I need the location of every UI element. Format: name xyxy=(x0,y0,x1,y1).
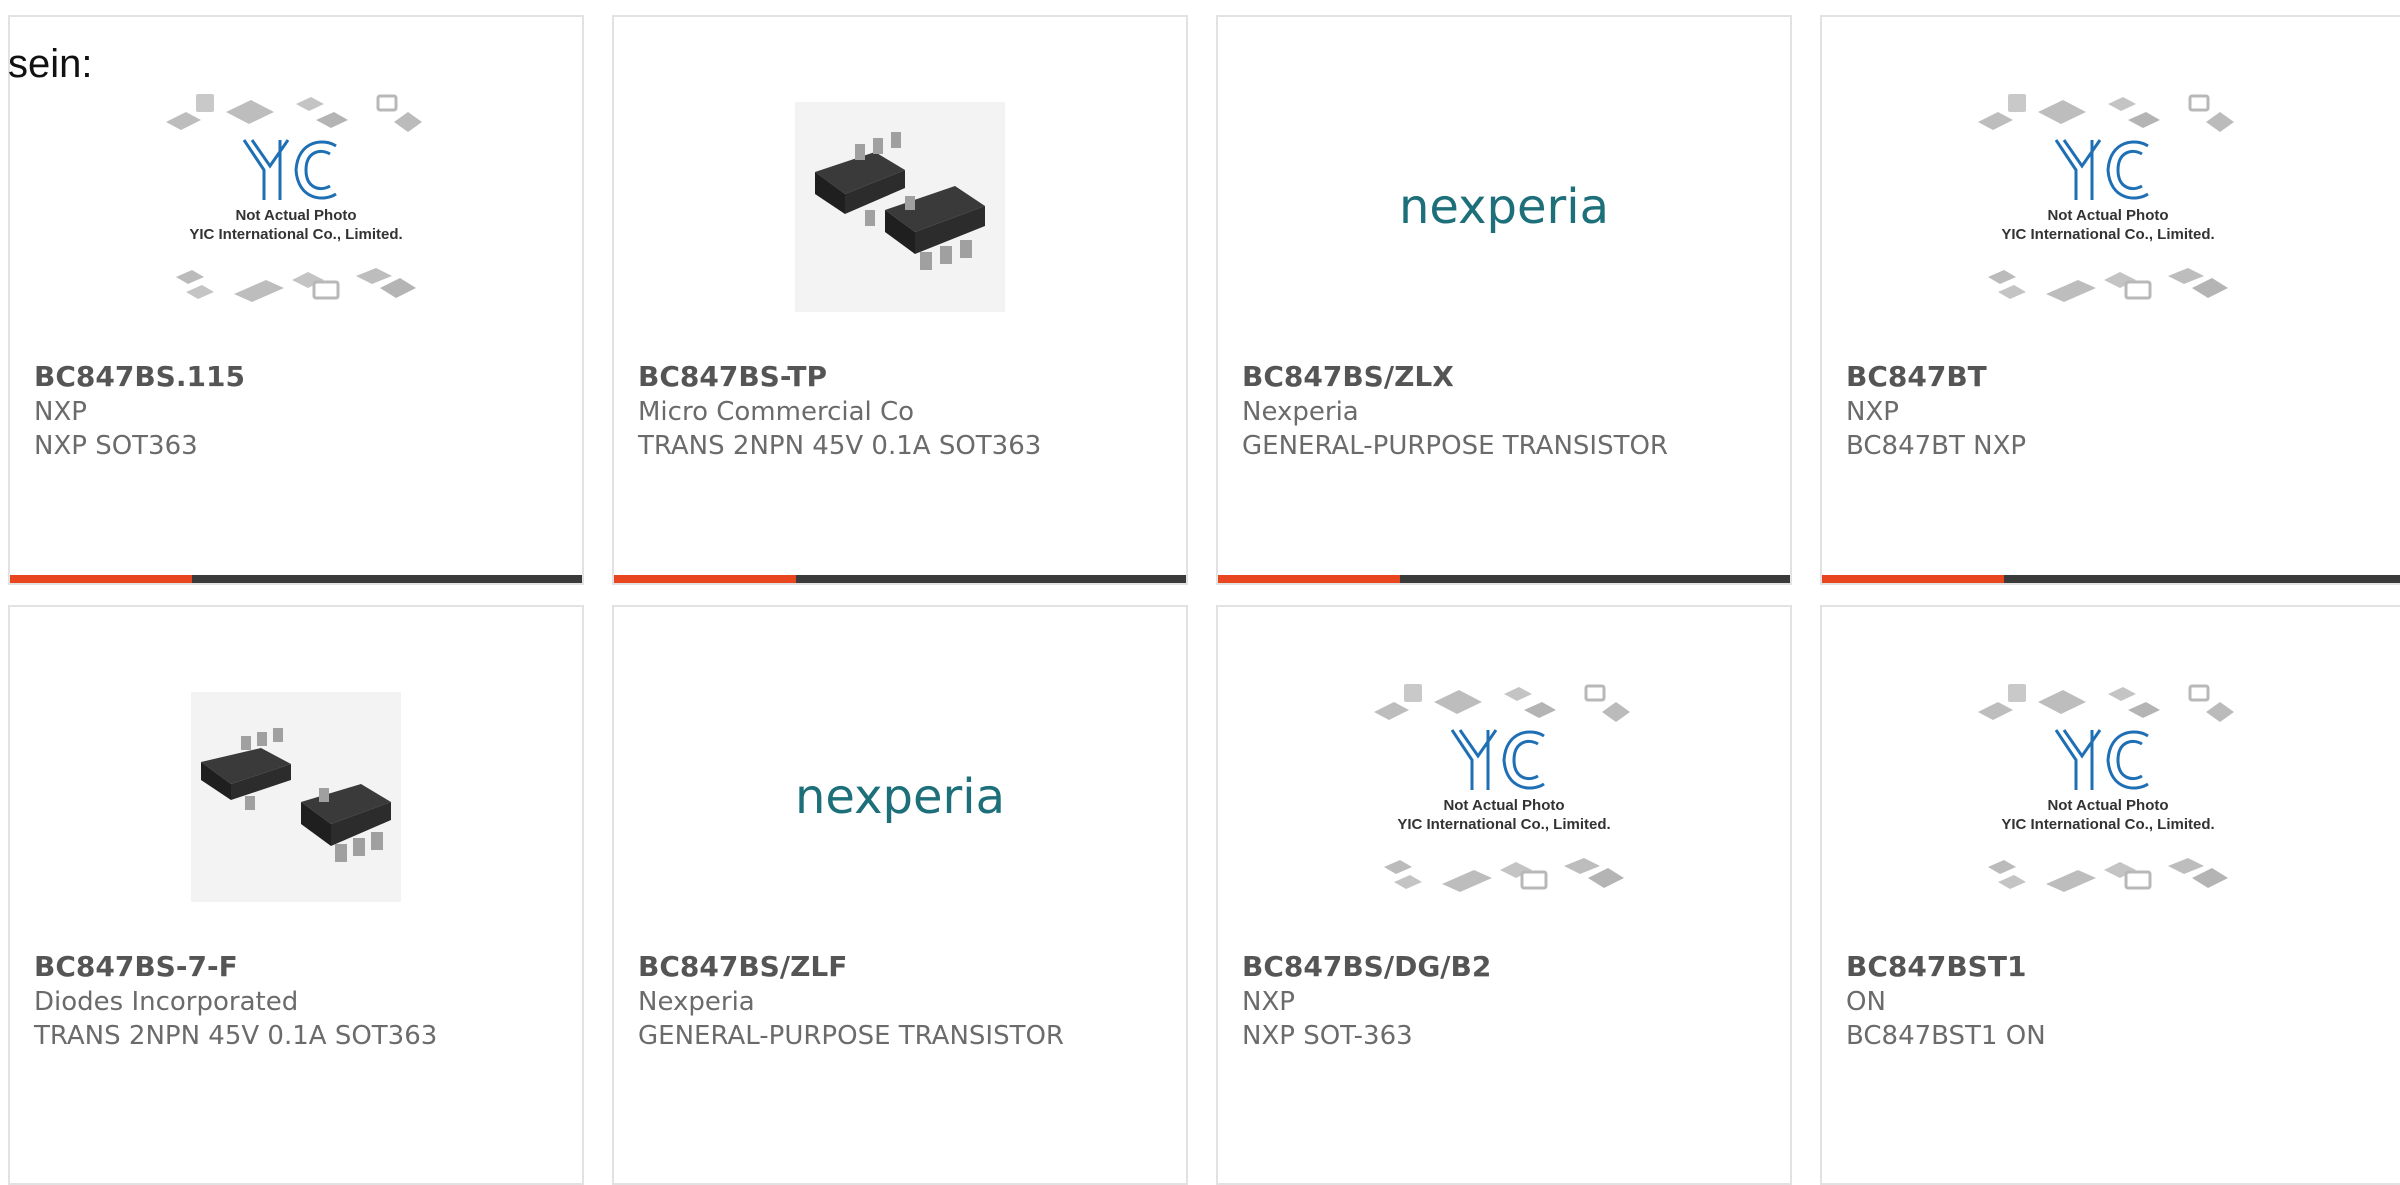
product-image[interactable] xyxy=(614,47,1186,367)
yic-placeholder-icon: Not Actual Photo YIC International Co., … xyxy=(1978,94,2234,302)
card-accent-bar xyxy=(614,575,796,583)
part-number-link[interactable]: BC847BS-7-F xyxy=(34,949,562,985)
manufacturer: NXP xyxy=(1846,397,1899,427)
description: BC847BT NXP xyxy=(1846,431,2027,461)
svg-text:YIC International Co., Limited: YIC International Co., Limited. xyxy=(2001,816,2214,833)
manufacturer: ON xyxy=(1846,987,1886,1017)
svg-text:Not Actual Photo: Not Actual Photo xyxy=(1443,797,1564,814)
manufacturer: Diodes Incorporated xyxy=(34,987,299,1017)
description: TRANS 2NPN 45V 0.1A SOT363 xyxy=(34,1021,438,1051)
product-card[interactable]: Not Actual Photo YIC International Co., … xyxy=(8,15,584,585)
card-accent-bar xyxy=(1822,575,2004,583)
svg-text:Not Actual Photo: Not Actual Photo xyxy=(235,207,356,224)
product-image[interactable] xyxy=(10,637,582,957)
product-image[interactable]: nexperia xyxy=(614,637,1186,957)
description: TRANS 2NPN 45V 0.1A SOT363 xyxy=(638,431,1042,461)
description: GENERAL-PURPOSE TRANSISTOR xyxy=(1242,431,1668,461)
description: BC847BST1 ON xyxy=(1846,1021,2046,1051)
card-bottom-bar xyxy=(1822,575,2400,583)
product-image[interactable]: Not Actual Photo YIC International Co., … xyxy=(1822,47,2394,367)
svg-text:nexperia: nexperia xyxy=(1399,179,1609,235)
svg-text:YIC International Co., Limited: YIC International Co., Limited. xyxy=(189,226,402,243)
svg-text:Not Actual Photo: Not Actual Photo xyxy=(2047,207,2168,224)
product-card[interactable]: Not Actual Photo YIC International Co., … xyxy=(1216,605,1792,1185)
sot363-package-icon xyxy=(795,102,1005,312)
product-image[interactable]: Not Actual Photo YIC International Co., … xyxy=(10,47,582,367)
yic-placeholder-icon: Not Actual Photo YIC International Co., … xyxy=(1374,684,1630,892)
part-number-link[interactable]: BC847BS/ZLF xyxy=(638,949,1166,985)
part-number-link[interactable]: BC847BS/ZLX xyxy=(1242,359,1770,395)
card-bottom-bar xyxy=(10,575,582,583)
svg-text:nexperia: nexperia xyxy=(795,769,1005,825)
product-card[interactable]: BC847BS-7-F Diodes Incorporated TRANS 2N… xyxy=(8,605,584,1185)
product-card[interactable]: nexperia BC847BS/ZLF Nexperia GENERAL-PU… xyxy=(612,605,1188,1185)
part-number-link[interactable]: BC847BS.115 xyxy=(34,359,562,395)
card-accent-bar xyxy=(10,575,192,583)
card-bottom-bar xyxy=(614,575,1186,583)
product-card[interactable]: nexperia BC847BS/ZLX Nexperia GENERAL-PU… xyxy=(1216,15,1792,585)
nexperia-logo-icon: nexperia xyxy=(1399,179,1609,235)
product-card[interactable]: BC847BS-TP Micro Commercial Co TRANS 2NP… xyxy=(612,15,1188,585)
svg-text:YIC International Co., Limited: YIC International Co., Limited. xyxy=(1397,816,1610,833)
svg-text:Not Actual Photo: Not Actual Photo xyxy=(2047,797,2168,814)
manufacturer: Nexperia xyxy=(1242,397,1359,427)
nexperia-logo-icon: nexperia xyxy=(795,769,1005,825)
part-number-link[interactable]: BC847BS/DG/B2 xyxy=(1242,949,1770,985)
yic-placeholder-icon: Not Actual Photo YIC International Co., … xyxy=(1978,684,2234,892)
description: GENERAL-PURPOSE TRANSISTOR xyxy=(638,1021,1064,1051)
manufacturer: NXP xyxy=(1242,987,1295,1017)
part-number-link[interactable]: BC847BST1 xyxy=(1846,949,2398,985)
part-number-link[interactable]: BC847BT xyxy=(1846,359,2398,395)
product-card[interactable]: Not Actual Photo YIC International Co., … xyxy=(1820,15,2400,585)
manufacturer: Micro Commercial Co xyxy=(638,397,915,427)
product-image[interactable]: Not Actual Photo YIC International Co., … xyxy=(1822,637,2394,957)
manufacturer: Nexperia xyxy=(638,987,755,1017)
product-image[interactable]: nexperia xyxy=(1218,47,1790,367)
card-accent-bar xyxy=(1218,575,1400,583)
yic-placeholder-icon: Not Actual Photo YIC International Co., … xyxy=(166,94,422,302)
svg-text:YIC International Co., Limited: YIC International Co., Limited. xyxy=(2001,226,2214,243)
product-card[interactable]: Not Actual Photo YIC International Co., … xyxy=(1820,605,2400,1185)
manufacturer: NXP xyxy=(34,397,87,427)
description: NXP SOT-363 xyxy=(1242,1021,1413,1051)
description: NXP SOT363 xyxy=(34,431,198,461)
prefix-text: sein: xyxy=(8,42,93,86)
product-image[interactable]: Not Actual Photo YIC International Co., … xyxy=(1218,637,1790,957)
part-number-link[interactable]: BC847BS-TP xyxy=(638,359,1166,395)
sot363-package-icon xyxy=(191,692,401,902)
card-bottom-bar xyxy=(1218,575,1790,583)
